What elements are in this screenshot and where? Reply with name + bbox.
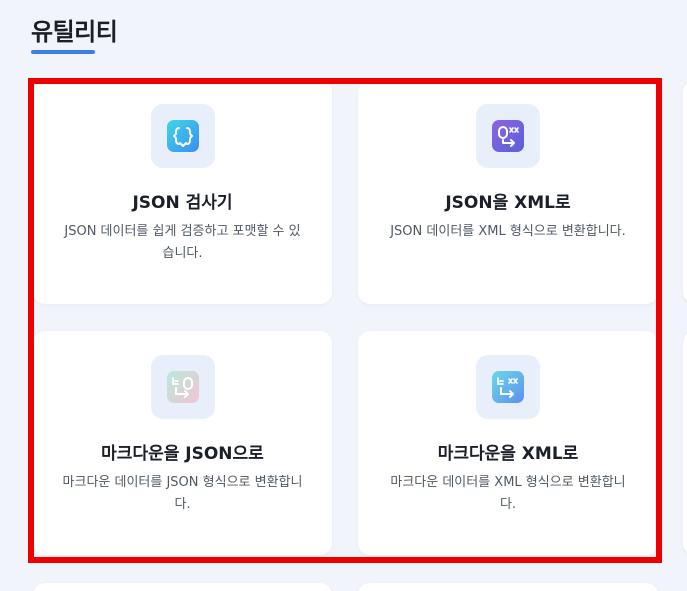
json-to-xml-icon [476,104,540,168]
section-title: 유틸리티 [31,18,118,46]
card-json-to-xml[interactable]: JSON을 XML로 JSON 데이터를 XML 형식으로 변환합니다. [358,80,658,304]
card-title: JSON 검사기 [132,193,233,213]
card-partial[interactable] [683,80,687,304]
json-validator-icon [150,104,215,168]
markdown-to-xml-icon [476,355,540,419]
card-partial[interactable] [33,583,332,591]
card-description: JSON 데이터를 XML 형식으로 변환합니다. [390,224,626,239]
card-markdown-to-json[interactable]: 마크다운을 JSON으로 마크다운 데이터를 JSON 형식으로 변환합니다. [33,331,332,555]
card-partial[interactable] [683,331,687,555]
card-title: 마크다운을 JSON으로 [101,444,264,464]
card-title: JSON을 XML로 [445,193,571,213]
card-description: 마크다운 데이터를 JSON 형식으로 변환합니다. [62,475,303,512]
card-title: 마크다운을 XML로 [437,444,579,464]
card-markdown-to-xml[interactable]: 마크다운을 XML로 마크다운 데이터를 XML 형식으로 변환합니다. [358,331,658,555]
card-description: 마크다운 데이터를 XML 형식으로 변환합니다. [390,475,626,512]
card-json-validator[interactable]: JSON 검사기 JSON 데이터를 쉽게 검증하고 포맷할 수 있습니다. [33,80,332,304]
markdown-to-json-icon [150,355,215,419]
title-underline [31,50,95,54]
card-description: JSON 데이터를 쉽게 검증하고 포맷할 수 있습니다. [64,224,301,261]
card-partial[interactable] [358,583,658,591]
utilities-page: 유틸리티 JSON 검사기 JSON 데이터를 쉽게 검증하고 포맷할 수 있습… [0,0,687,591]
